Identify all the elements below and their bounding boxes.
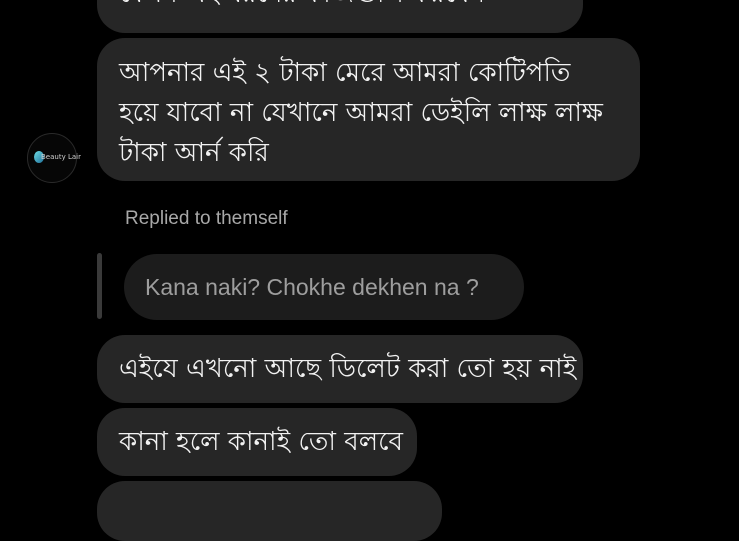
reply-label: Replied to themself	[125, 208, 288, 229]
message-text: আপনার এই ২ টাকা মেরে আমরা কোটিপতি হয়ে য…	[119, 58, 603, 168]
message-bubble[interactable]: কেমন এই ধরনের কাজগুলি করবেন	[97, 0, 583, 33]
avatar[interactable]: Beauty Lair	[27, 133, 81, 183]
message-bubble[interactable]: কানা হলে কানাই তো বলবে	[97, 408, 417, 476]
avatar-brand-text: Beauty Lair	[41, 153, 81, 161]
message-bubble[interactable]: আপনার এই ২ টাকা মেরে আমরা কোটিপতি হয়ে য…	[97, 38, 640, 181]
quoted-message-text: Kana naki? Chokhe dekhen na ?	[145, 274, 479, 300]
quoted-message-bubble[interactable]: Kana naki? Chokhe dekhen na ?	[124, 254, 524, 320]
message-text: কানা হলে কানাই তো বলবে	[119, 427, 403, 457]
message-text: কেমন এই ধরনের কাজগুলি করবেন	[119, 0, 485, 9]
message-text: এইযে এখনো আছে ডিলেট করা তো হয় নাই	[119, 354, 577, 384]
message-bubble[interactable]	[97, 481, 442, 541]
message-bubble[interactable]: এইযে এখনো আছে ডিলেট করা তো হয় নাই	[97, 335, 583, 403]
reply-indicator-bar	[97, 253, 102, 319]
